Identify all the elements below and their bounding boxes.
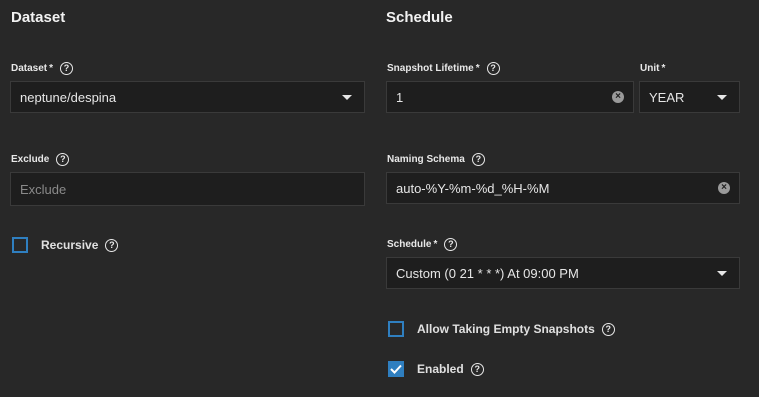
recursive-checkbox[interactable] (12, 237, 28, 253)
clear-icon[interactable]: × (718, 182, 730, 194)
dataset-select[interactable]: neptune/despina (10, 81, 365, 113)
exclude-field[interactable] (10, 172, 365, 206)
help-icon[interactable]: ? (601, 322, 615, 336)
clear-icon[interactable]: × (612, 91, 624, 103)
dataset-label-text: Dataset (11, 62, 48, 74)
dataset-label: Dataset * ? (11, 60, 74, 76)
chevron-down-icon (717, 270, 727, 276)
dataset-section-title: Dataset (11, 9, 66, 26)
snapshot-lifetime-value: 1 (396, 89, 404, 105)
help-icon[interactable]: ? (60, 61, 74, 75)
schedule-label-text: Schedule (387, 238, 432, 250)
naming-schema-label: Naming Schema ? (387, 151, 485, 167)
help-icon[interactable]: ? (470, 362, 484, 376)
allow-empty-snapshots-label: Allow Taking Empty Snapshots (417, 322, 595, 336)
naming-schema-value: auto-%Y-%m-%d_%H-%M (396, 180, 550, 196)
dataset-select-value: neptune/despina (20, 89, 117, 105)
snapshot-lifetime-field[interactable]: 1 × (386, 81, 634, 113)
snapshot-lifetime-label: Snapshot Lifetime * ? (387, 60, 500, 76)
naming-schema-label-text: Naming Schema (387, 153, 465, 165)
schedule-label: Schedule * ? (387, 236, 458, 252)
enabled-label: Enabled (417, 362, 464, 376)
required-mark: * (475, 62, 480, 74)
help-icon[interactable]: ? (444, 237, 458, 251)
enabled-checkbox[interactable] (388, 361, 404, 377)
naming-schema-field[interactable]: auto-%Y-%m-%d_%H-%M × (386, 172, 740, 204)
allow-empty-snapshots-row[interactable]: Allow Taking Empty Snapshots ? (388, 321, 615, 337)
required-mark: * (433, 238, 438, 250)
snapshot-lifetime-label-text: Snapshot Lifetime (387, 62, 474, 74)
schedule-select-value: Custom (0 21 * * *) At 09:00 PM (396, 265, 579, 281)
help-icon[interactable]: ? (56, 152, 70, 166)
recursive-checkbox-row[interactable]: Recursive ? (12, 237, 119, 253)
help-icon[interactable]: ? (486, 61, 500, 75)
recursive-label: Recursive (41, 238, 99, 252)
allow-empty-snapshots-checkbox[interactable] (388, 321, 404, 337)
unit-select-value: YEAR (649, 89, 685, 105)
schedule-section-title: Schedule (386, 9, 453, 26)
help-icon[interactable]: ? (471, 152, 485, 166)
unit-select[interactable]: YEAR (639, 81, 740, 113)
unit-label: Unit * (640, 60, 665, 76)
snapshot-task-form: Dataset Dataset * ? neptune/despina Excl… (0, 0, 759, 397)
exclude-label: Exclude ? (11, 151, 70, 167)
schedule-select[interactable]: Custom (0 21 * * *) At 09:00 PM (386, 257, 740, 289)
chevron-down-icon (342, 94, 352, 100)
help-icon[interactable]: ? (105, 238, 119, 252)
required-mark: * (49, 62, 54, 74)
chevron-down-icon (717, 94, 727, 100)
unit-label-text: Unit (640, 62, 660, 74)
exclude-input[interactable] (20, 181, 355, 197)
checkmark-icon (390, 364, 402, 374)
required-mark: * (661, 62, 666, 74)
exclude-label-text: Exclude (11, 153, 50, 165)
enabled-row[interactable]: Enabled ? (388, 361, 484, 377)
